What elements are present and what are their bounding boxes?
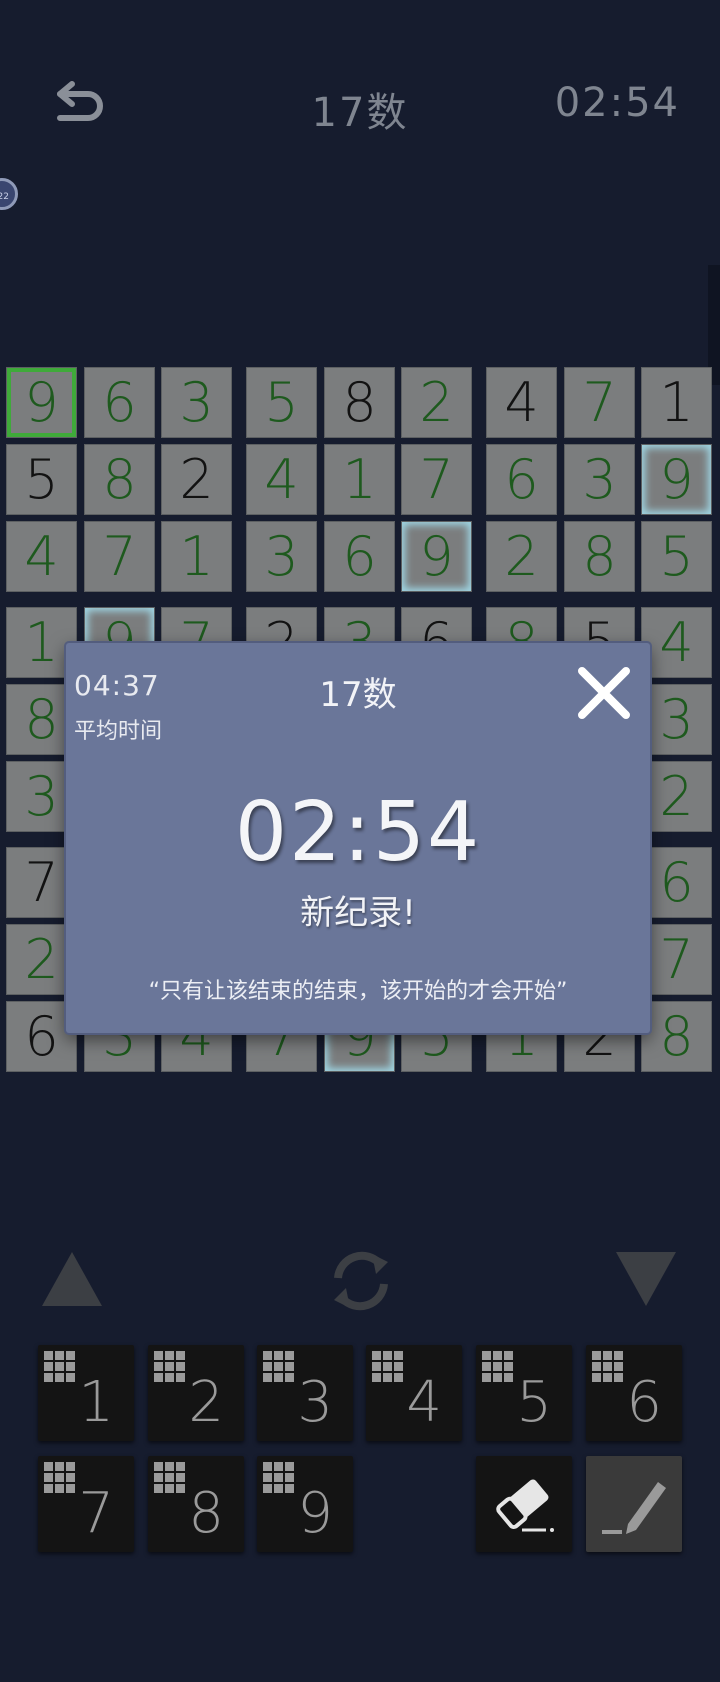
- quote-text: “只有让该结束的结束，该开始的才会开始”: [148, 979, 568, 1004]
- sudoku-cell[interactable]: 2: [641, 761, 712, 832]
- sudoku-cell[interactable]: 5: [246, 367, 317, 438]
- digit-label: 7: [78, 1481, 114, 1546]
- digit-key-2[interactable]: 2: [148, 1345, 244, 1441]
- sudoku-cell[interactable]: 3: [246, 521, 317, 592]
- sudoku-cell[interactable]: 8: [641, 1001, 712, 1072]
- dialog-title: 17数: [319, 675, 397, 715]
- digit-key-3[interactable]: 3: [257, 1345, 353, 1441]
- sudoku-cell[interactable]: 2: [161, 444, 232, 515]
- sudoku-cell[interactable]: 1: [324, 444, 395, 515]
- sudoku-cell[interactable]: 7: [564, 367, 635, 438]
- digit-label: 6: [626, 1370, 662, 1435]
- sudoku-cell[interactable]: 6: [486, 444, 557, 515]
- next-button[interactable]: [614, 1250, 678, 1308]
- completion-dialog: 04:37 平均时间 17数 02:54 新纪录! “只有让该结束的结束，该开始…: [66, 643, 650, 1033]
- sudoku-cell[interactable]: 8: [324, 367, 395, 438]
- sudoku-cell[interactable]: 3: [564, 444, 635, 515]
- sudoku-cell[interactable]: 8: [84, 444, 155, 515]
- digit-label: 3: [297, 1370, 333, 1435]
- notes-grid-icon: [592, 1351, 623, 1382]
- digit-key-8[interactable]: 8: [148, 1456, 244, 1552]
- sudoku-cell[interactable]: 6: [641, 847, 712, 918]
- digit-label: 5: [516, 1370, 552, 1435]
- digit-key-6[interactable]: 6: [586, 1345, 682, 1441]
- notes-grid-icon: [263, 1351, 294, 1382]
- new-record-label: 新纪录!: [300, 893, 416, 933]
- completion-time: 02:54: [234, 785, 482, 880]
- notes-grid-icon: [263, 1462, 294, 1493]
- sudoku-cell[interactable]: 1: [161, 521, 232, 592]
- notes-grid-icon: [372, 1351, 403, 1382]
- arrow-down-icon: [616, 1252, 676, 1306]
- rotate-button[interactable]: [326, 1248, 396, 1314]
- pencil-button[interactable]: [586, 1456, 682, 1552]
- sudoku-cell[interactable]: 4: [486, 367, 557, 438]
- average-time-label: 平均时间: [74, 719, 163, 744]
- sudoku-cell[interactable]: 2: [401, 367, 472, 438]
- pencil-icon: [602, 1482, 666, 1534]
- sudoku-cell[interactable]: 9: [6, 367, 77, 438]
- sudoku-cell[interactable]: 9: [641, 444, 712, 515]
- sudoku-cell[interactable]: 5: [6, 444, 77, 515]
- digit-key-5[interactable]: 5: [476, 1345, 572, 1441]
- close-icon: [578, 667, 630, 719]
- sudoku-cell[interactable]: 4: [246, 444, 317, 515]
- sudoku-cell[interactable]: 6: [324, 521, 395, 592]
- notes-grid-icon: [44, 1351, 75, 1382]
- notes-grid-icon: [154, 1351, 185, 1382]
- notes-grid-icon: [482, 1351, 513, 1382]
- sudoku-cell[interactable]: 5: [641, 521, 712, 592]
- digit-key-7[interactable]: 7: [38, 1456, 134, 1552]
- sudoku-cell[interactable]: 4: [6, 521, 77, 592]
- digit-label: 8: [188, 1481, 224, 1546]
- prev-button[interactable]: [40, 1250, 104, 1308]
- notes-grid-icon: [154, 1462, 185, 1493]
- digit-key-4[interactable]: 4: [366, 1345, 462, 1441]
- sudoku-cell[interactable]: 2: [486, 521, 557, 592]
- eraser-icon: [496, 1479, 554, 1532]
- sudoku-cell[interactable]: 1: [641, 367, 712, 438]
- sudoku-cell[interactable]: 7: [401, 444, 472, 515]
- sudoku-cell[interactable]: 6: [84, 367, 155, 438]
- rotate-icon: [334, 1251, 388, 1311]
- sudoku-cell[interactable]: 4: [641, 607, 712, 678]
- digit-label: 9: [297, 1481, 333, 1546]
- digit-label: 4: [406, 1370, 442, 1435]
- arrow-up-icon: [42, 1252, 102, 1306]
- sudoku-cell[interactable]: 3: [641, 684, 712, 755]
- notes-grid-icon: [44, 1462, 75, 1493]
- digit-label: 2: [188, 1370, 224, 1435]
- sudoku-cell[interactable]: 7: [84, 521, 155, 592]
- eraser-button[interactable]: [476, 1456, 572, 1552]
- digit-key-1[interactable]: 1: [38, 1345, 134, 1441]
- sudoku-cell[interactable]: 8: [564, 521, 635, 592]
- sudoku-cell[interactable]: 9: [401, 521, 472, 592]
- close-button[interactable]: [576, 665, 632, 721]
- sudoku-cell[interactable]: 7: [641, 924, 712, 995]
- sudoku-cell[interactable]: 3: [161, 367, 232, 438]
- digit-label: 1: [78, 1370, 114, 1435]
- digit-key-9[interactable]: 9: [257, 1456, 353, 1552]
